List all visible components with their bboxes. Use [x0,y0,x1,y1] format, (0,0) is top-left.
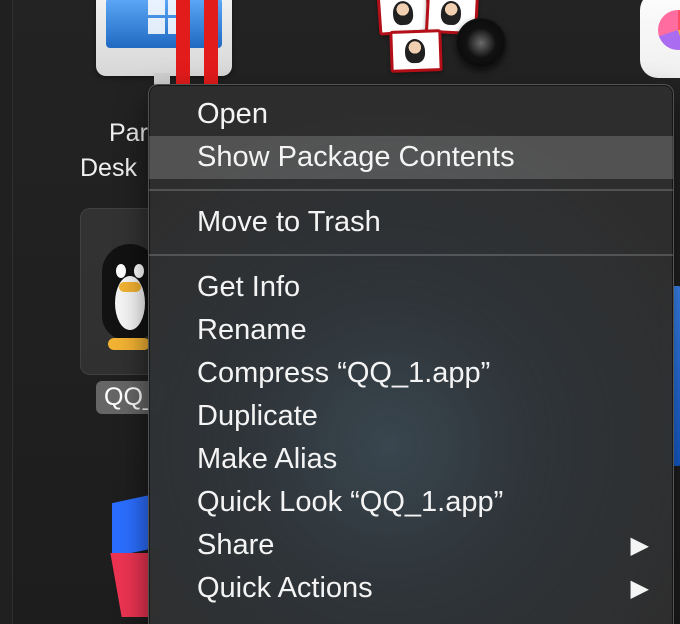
penguin-beak-icon [119,282,141,292]
menu-item-get-info[interactable]: Get Info [149,266,673,309]
menu-item-quick-look[interactable]: Quick Look “QQ_1.app” [149,481,673,524]
photo-booth-icon[interactable] [370,0,506,74]
menu-item-label: Get Info [197,271,301,303]
menu-item-compress[interactable]: Compress “QQ_1.app” [149,352,673,395]
parallels-bars-icon [176,0,220,84]
menu-separator [149,254,673,256]
left-window-edge [0,0,13,624]
menu-item-move-to-trash[interactable]: Move to Trash [149,201,673,244]
parallels-label-line-1: Par [109,119,148,147]
menu-item-label: Make Alias [197,443,338,475]
penguin-eye-icon [134,264,144,278]
context-menu: Open Show Package Contents Move to Trash… [148,84,674,624]
photo-strip-icon [389,29,443,73]
menu-item-label: Duplicate [197,400,318,432]
menu-item-label: Show Package Contents [197,141,515,173]
parallels-label-line-2: Desk [80,154,137,182]
submenu-arrow-icon: ▶ [630,575,649,602]
context-menu-list: Open Show Package Contents Move to Trash… [149,85,673,610]
menu-item-label: Compress “QQ_1.app” [197,357,491,389]
colorful-app-icon[interactable] [640,0,680,78]
penguin-eye-icon [116,264,126,278]
menu-item-label: Quick Look “QQ_1.app” [197,486,504,518]
menu-item-label: Quick Actions [197,572,373,604]
camera-lens-icon [456,18,506,68]
menu-item-rename[interactable]: Rename [149,309,673,352]
menu-item-label: Rename [197,314,307,346]
menu-item-duplicate[interactable]: Duplicate [149,395,673,438]
menu-item-share[interactable]: Share ▶ [149,524,673,567]
menu-item-open[interactable]: Open [149,93,673,136]
finder-window: Par Desk QQ_ Open Show Package Contents [0,0,680,624]
menu-item-label: Move to Trash [197,206,381,238]
menu-item-label: Share [197,529,275,561]
penguin-feet-icon [108,338,150,350]
menu-item-quick-actions[interactable]: Quick Actions ▶ [149,567,673,610]
menu-item-show-package-contents[interactable]: Show Package Contents [149,136,673,179]
menu-separator [149,189,673,191]
menu-item-make-alias[interactable]: Make Alias [149,438,673,481]
menu-item-label: Open [197,98,268,130]
submenu-arrow-icon: ▶ [630,532,649,559]
